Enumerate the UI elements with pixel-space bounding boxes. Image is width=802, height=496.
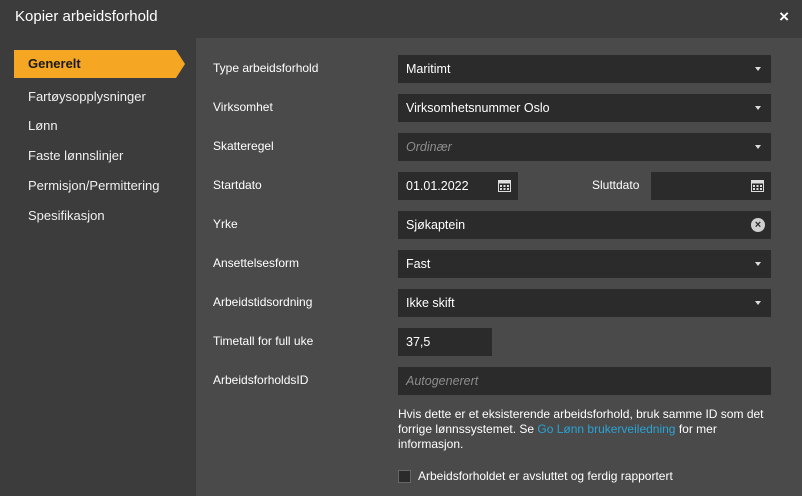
sluttdato-label: Sluttdato — [592, 178, 640, 192]
virksomhet-label: Virksomhet — [213, 100, 273, 114]
chevron-down-icon — [755, 145, 761, 149]
type-label: Type arbeidsforhold — [213, 61, 319, 75]
startdato-value: 01.01.2022 — [406, 179, 469, 193]
clear-icon[interactable]: × — [751, 218, 765, 232]
close-icon[interactable]: × — [779, 7, 789, 27]
startdato-label: Startdato — [213, 178, 262, 192]
titlebar: Kopier arbeidsforhold × — [0, 0, 802, 34]
chevron-down-icon — [755, 67, 761, 71]
ansettelsesform-label: Ansettelsesform — [213, 256, 300, 270]
sidebar-item-faste-lonnslinjer[interactable]: Faste lønnslinjer — [14, 142, 176, 170]
startdato-input[interactable]: 01.01.2022 — [398, 172, 518, 200]
chevron-down-icon — [755, 262, 761, 266]
sidebar-item-lonn[interactable]: Lønn — [14, 112, 176, 140]
avsluttet-checkbox-row: Arbeidsforholdet er avsluttet og ferdig … — [398, 468, 673, 484]
calendar-icon[interactable] — [498, 179, 511, 192]
yrke-value: Sjøkaptein — [406, 218, 466, 232]
sidebar-item-permisjon[interactable]: Permisjon/Permittering — [14, 172, 176, 200]
dialog-title: Kopier arbeidsforhold — [15, 8, 158, 25]
timetall-value: 37,5 — [406, 335, 431, 349]
sidebar: Generelt Fartøysopplysninger Lønn Faste … — [0, 34, 196, 496]
virksomhet-value: Virksomhetsnummer Oslo — [406, 101, 550, 115]
dialog: Kopier arbeidsforhold × Generelt Fartøys… — [0, 0, 802, 496]
id-input[interactable]: Autogenerert — [398, 367, 771, 395]
type-select[interactable]: Maritimt — [398, 55, 771, 83]
sidebar-item-generelt[interactable]: Generelt — [14, 50, 185, 78]
chevron-down-icon — [755, 301, 761, 305]
help-link[interactable]: Go Lønn brukerveiledning — [537, 422, 675, 436]
virksomhet-select[interactable]: Virksomhetsnummer Oslo — [398, 94, 771, 122]
timetall-input[interactable]: 37,5 — [398, 328, 492, 356]
skatteregel-label: Skatteregel — [213, 139, 274, 153]
skatteregel-select[interactable]: Ordinær — [398, 133, 771, 161]
calendar-icon[interactable] — [751, 179, 764, 192]
sidebar-item-spesifikasjon[interactable]: Spesifikasjon — [14, 202, 176, 230]
form-panel: Type arbeidsforhold Maritimt Virksomhet … — [196, 38, 802, 496]
id-placeholder: Autogenerert — [406, 374, 479, 388]
arbeidstid-select[interactable]: Ikke skift — [398, 289, 771, 317]
avsluttet-checkbox[interactable] — [398, 469, 411, 483]
timetall-label: Timetall for full uke — [213, 334, 314, 348]
type-value: Maritimt — [406, 62, 451, 76]
info-text: Hvis dette er et eksisterende arbeidsfor… — [398, 407, 778, 452]
sidebar-item-fartoysopplysninger[interactable]: Fartøysopplysninger — [14, 83, 176, 111]
sluttdato-input[interactable] — [651, 172, 771, 200]
arbeidstid-value: Ikke skift — [406, 296, 455, 310]
arbeidstid-label: Arbeidstidsordning — [213, 295, 313, 309]
avsluttet-checkbox-label[interactable]: Arbeidsforholdet er avsluttet og ferdig … — [418, 469, 673, 483]
ansettelsesform-select[interactable]: Fast — [398, 250, 771, 278]
skatteregel-placeholder: Ordinær — [406, 140, 452, 154]
yrke-input[interactable]: Sjøkaptein × — [398, 211, 771, 239]
yrke-label: Yrke — [213, 217, 238, 231]
id-label: ArbeidsforholdsID — [213, 373, 309, 387]
ansettelsesform-value: Fast — [406, 257, 431, 271]
chevron-down-icon — [755, 106, 761, 110]
